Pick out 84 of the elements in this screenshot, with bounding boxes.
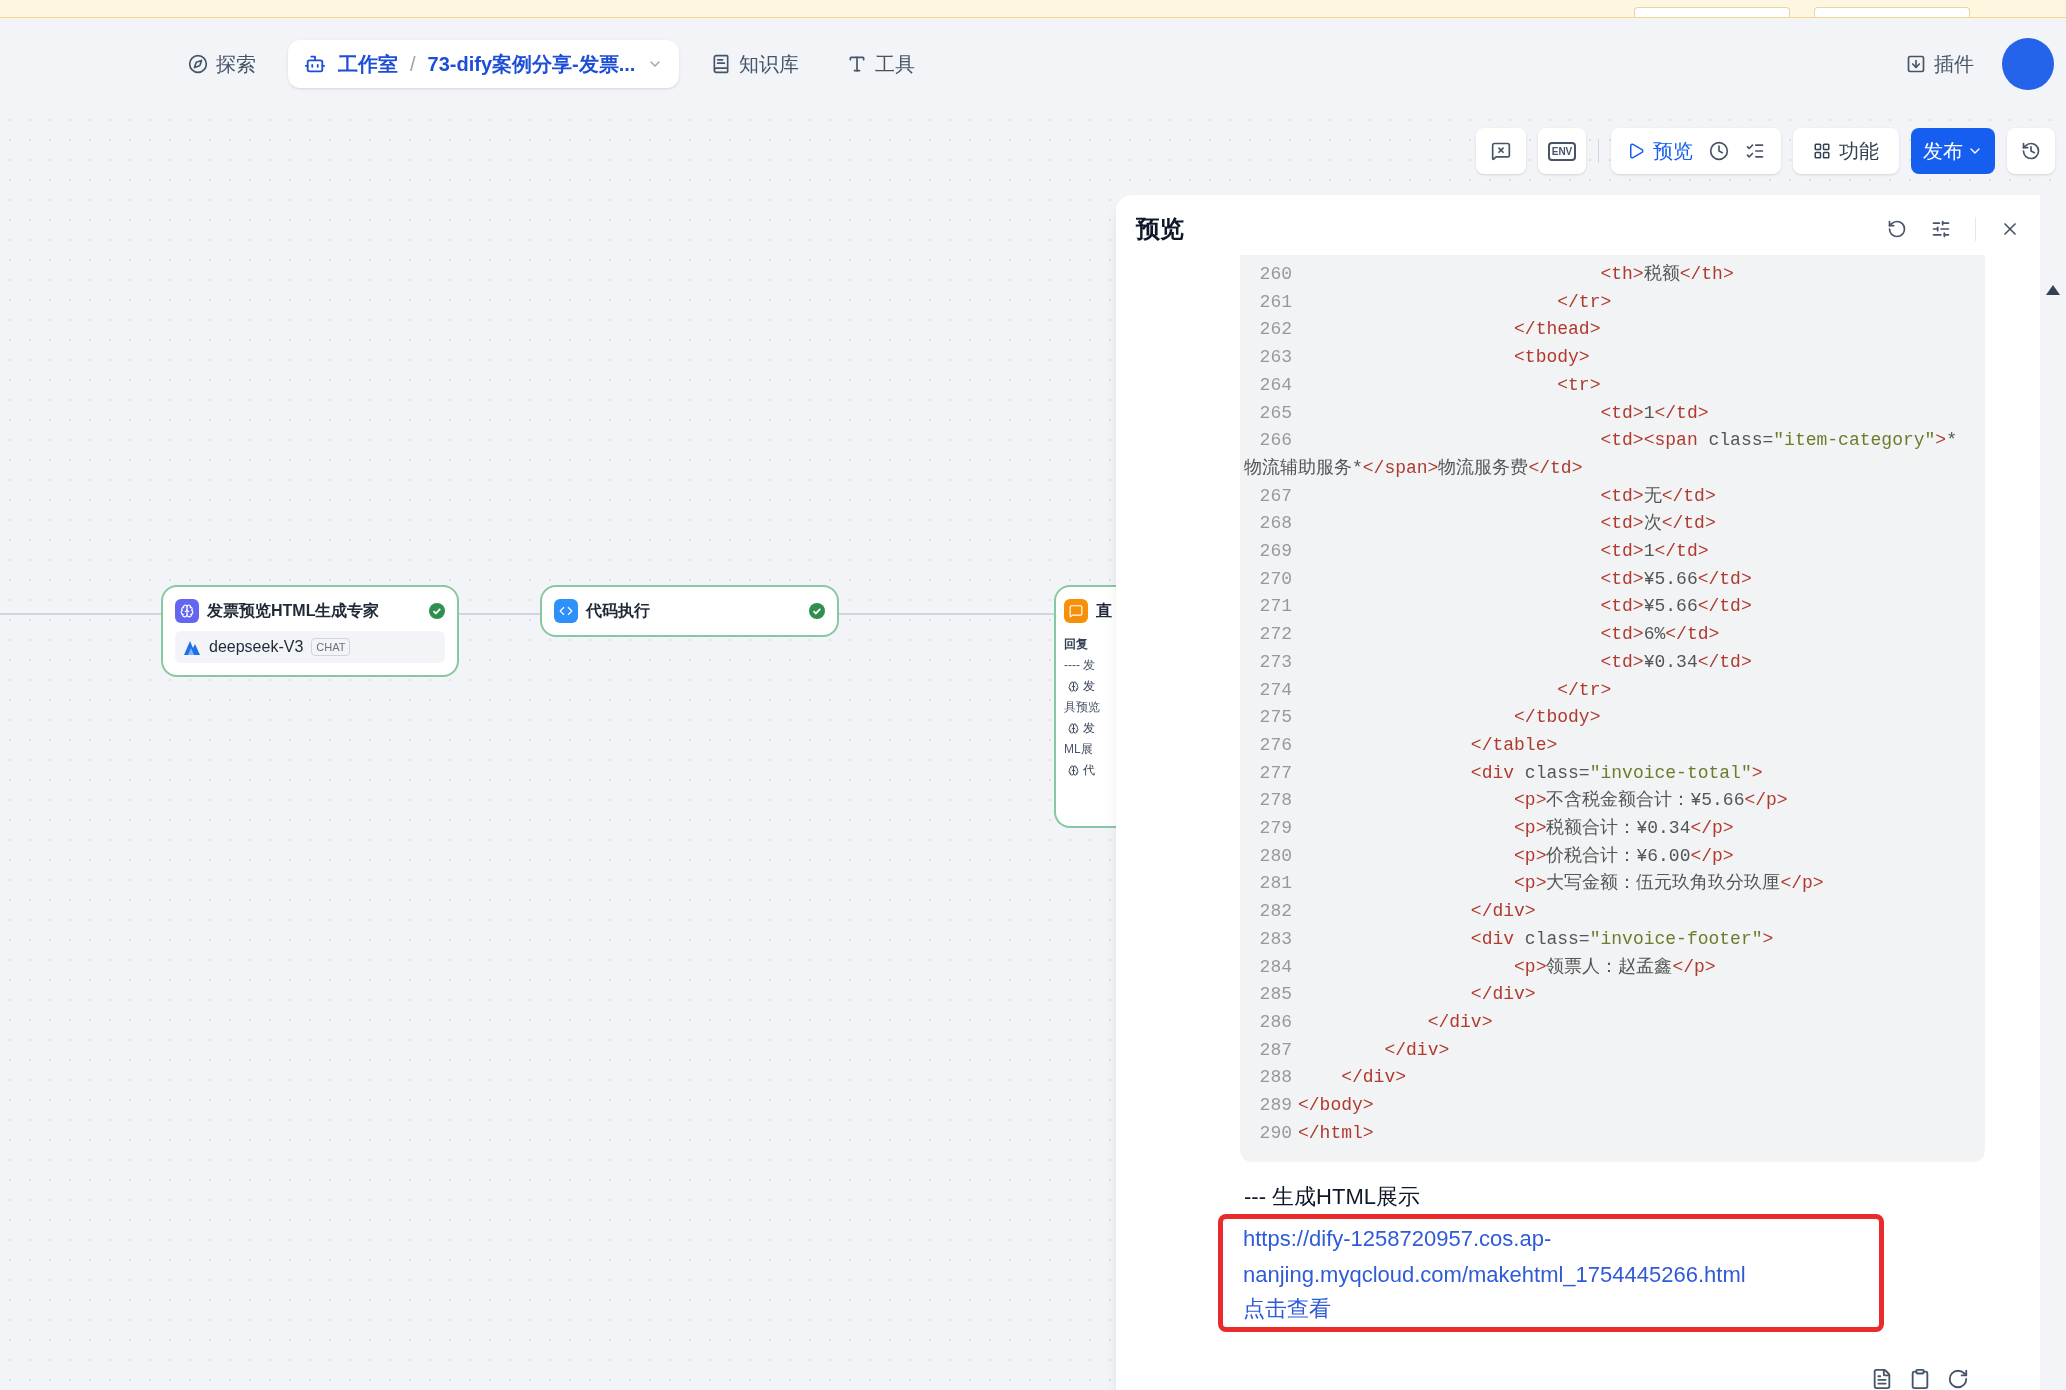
code-line: 263 <tbody> bbox=[1258, 346, 1591, 370]
explore-link[interactable]: 探索 bbox=[188, 49, 256, 79]
letter-t-icon bbox=[847, 54, 868, 74]
clipboard-icon[interactable] bbox=[1909, 1368, 1931, 1390]
code-line: 265 <td>1</td> bbox=[1258, 401, 1710, 425]
studio-tab[interactable]: 工作室 / 73-dify案例分享-发票... bbox=[288, 40, 680, 88]
code-line: 289 </body> bbox=[1258, 1094, 1375, 1118]
code-line: 272 <td>6%</td> bbox=[1258, 623, 1721, 647]
compass-icon bbox=[188, 54, 208, 74]
code-icon bbox=[554, 599, 578, 623]
node-title: 发票预览HTML生成专家 bbox=[207, 601, 381, 621]
code-line: 288 </div> bbox=[1258, 1066, 1408, 1090]
clock-icon[interactable] bbox=[1709, 141, 1729, 161]
chat-close-button[interactable] bbox=[1476, 128, 1526, 174]
code-line: 280 <p>价税合计：¥6.00</p> bbox=[1258, 844, 1735, 868]
answer-node[interactable]: 直 回复 ---- 发 发 具预览 发 ML展 代 bbox=[1054, 585, 1116, 828]
brain-icon bbox=[1068, 680, 1079, 692]
tools-link[interactable]: 工具 bbox=[847, 49, 916, 79]
studio-label[interactable]: 工作室 bbox=[338, 49, 398, 79]
reset-icon[interactable] bbox=[1887, 219, 1907, 239]
chat-x-icon bbox=[1491, 141, 1511, 161]
code-line: 282 </div> bbox=[1258, 900, 1537, 924]
book-icon bbox=[711, 54, 732, 74]
scroll-up-icon[interactable] bbox=[2046, 285, 2060, 295]
node-title: 代码执行 bbox=[586, 601, 651, 621]
code-line: 276 </table> bbox=[1258, 733, 1559, 757]
refresh-icon[interactable] bbox=[1947, 1368, 1969, 1390]
code-line: 275 </tbody> bbox=[1258, 706, 1602, 730]
brain-icon bbox=[1068, 764, 1079, 776]
code-line: 283 <div class="invoice-footer"> bbox=[1258, 927, 1775, 951]
panel-title: 预览 bbox=[1136, 214, 1185, 244]
brain-icon bbox=[175, 599, 199, 623]
app-name[interactable]: 73-dify案例分享-发票... bbox=[427, 49, 636, 79]
code-line: 273 <td>¥0.34</td> bbox=[1258, 650, 1753, 674]
code-line: 279 <p>税额合计：¥0.34</p> bbox=[1258, 817, 1735, 841]
env-button[interactable]: ENV bbox=[1538, 128, 1586, 174]
breadcrumb-separator: / bbox=[410, 52, 416, 77]
publish-button[interactable]: 发布 bbox=[1911, 128, 1995, 174]
reply-text: ---- 发 bbox=[1064, 657, 1097, 674]
code-line: 261 </tr> bbox=[1258, 290, 1613, 314]
robot-icon bbox=[304, 53, 326, 75]
features-button[interactable]: 功能 bbox=[1793, 128, 1899, 174]
reply-text: ML展 bbox=[1064, 741, 1094, 758]
code-line: 270 <td>¥5.66</td> bbox=[1258, 567, 1753, 591]
document-icon[interactable] bbox=[1871, 1368, 1893, 1390]
html-link[interactable]: https://dify-1258720957.cos.ap-nanjing.myqcloud.com/makehtml_1754445266.html bbox=[1243, 1220, 1879, 1293]
view-link[interactable]: 点击查看 bbox=[1243, 1292, 1331, 1325]
chat-icon bbox=[1064, 599, 1088, 623]
code-line: 285 </div> bbox=[1258, 983, 1537, 1007]
avatar[interactable] bbox=[2002, 38, 2054, 90]
node-title: 直 bbox=[1096, 601, 1112, 621]
brain-icon bbox=[1068, 722, 1079, 734]
code-line: 269 <td>1</td> bbox=[1258, 540, 1710, 564]
llm-node[interactable]: 发票预览HTML生成专家 deepseek-V3 CHAT bbox=[161, 585, 459, 677]
sliders-icon[interactable] bbox=[1931, 219, 1951, 239]
code-node[interactable]: 代码执行 bbox=[540, 585, 839, 637]
grid-icon bbox=[1813, 142, 1831, 160]
field-label: 回复 bbox=[1064, 636, 1089, 653]
code-line: 266 <td><span class="item-category">*物流辅助服务*</span>物流服务费</td> bbox=[1244, 429, 1958, 480]
preview-button[interactable]: 预览 bbox=[1627, 136, 1693, 166]
code-line: 271 <td>¥5.66</td> bbox=[1258, 595, 1753, 619]
code-line: 290 </html> bbox=[1258, 1121, 1375, 1145]
code-line: 278 <p>不含税金额合计：¥5.66</p> bbox=[1258, 789, 1789, 813]
code-line: 260 <th>税额</th> bbox=[1258, 263, 1735, 286]
code-line: 281 <p>大写金额：伍元玖角玖分玖厘</p> bbox=[1258, 872, 1825, 896]
code-line: 267 <td>无</td> bbox=[1258, 484, 1717, 508]
code-line: 264 <tr> bbox=[1258, 373, 1602, 397]
code-line: 284 <p>领票人：赵孟鑫</p> bbox=[1258, 955, 1717, 979]
knowledge-link[interactable]: 知识库 bbox=[711, 49, 800, 79]
reply-text: 具预览 bbox=[1064, 699, 1101, 716]
code-line: 262 </thead> bbox=[1258, 318, 1602, 342]
code-line: 274 </tr> bbox=[1258, 678, 1613, 702]
model-tag: CHAT bbox=[311, 637, 351, 657]
checklist-icon[interactable] bbox=[1745, 141, 1765, 161]
history-button[interactable] bbox=[2007, 128, 2055, 174]
plugins-link[interactable]: 插件 bbox=[1906, 49, 1974, 79]
model-name: deepseek-V3 bbox=[209, 637, 304, 657]
code-line: 287 </div> bbox=[1258, 1038, 1451, 1062]
play-icon bbox=[1627, 142, 1645, 160]
section-heading: --- 生成HTML展示 bbox=[1244, 1183, 1421, 1210]
code-line: 286 </div> bbox=[1258, 1011, 1494, 1034]
code-line: 277 <div class="invoice-total"> bbox=[1258, 761, 1764, 785]
code-line: 268 <td>次</td> bbox=[1258, 512, 1717, 536]
history-icon bbox=[2021, 141, 2041, 161]
